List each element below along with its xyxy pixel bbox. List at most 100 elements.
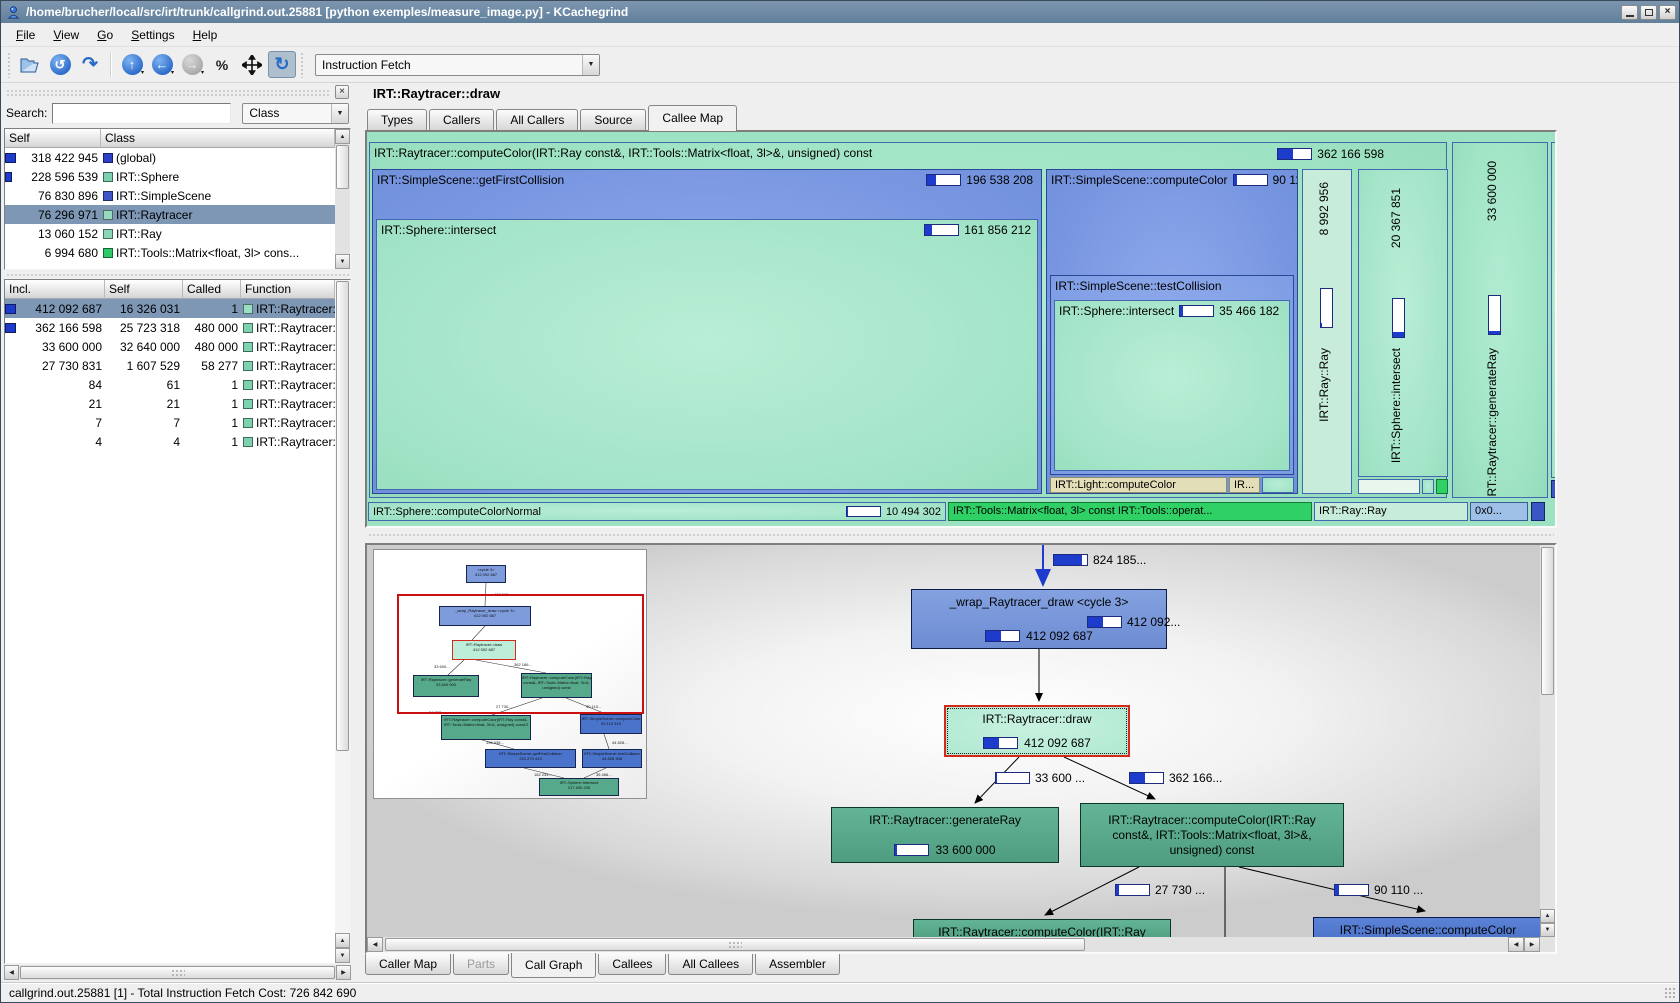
menu-go[interactable]: Go — [88, 25, 122, 45]
tab-all-callees[interactable]: All Callees — [668, 954, 753, 975]
table-row-selected[interactable]: 76 296 971 IRT::Raytracer — [5, 205, 335, 224]
table-row-selected[interactable]: 412 092 687 16 326 031 1 IRT::Raytracer:… — [5, 299, 335, 318]
treemap-block-light-computecolor[interactable]: IRT::Light::computeColor — [1050, 477, 1227, 493]
function-color-chip — [243, 304, 253, 314]
close-button[interactable]: × — [1659, 5, 1676, 20]
tab-callees[interactable]: Callees — [598, 954, 666, 975]
table-row[interactable]: 7 7 1 IRT::Raytracer::s — [5, 413, 335, 432]
relative-cost-button[interactable]: % — [208, 51, 236, 78]
grouping-combobox[interactable]: Class ▼ — [242, 103, 349, 124]
history-forward-button[interactable]: → ▾ — [178, 51, 206, 78]
tab-callers[interactable]: Callers — [429, 109, 494, 130]
column-header-class[interactable]: Class — [101, 129, 335, 148]
scroll-down-icon[interactable]: ▼ — [335, 948, 350, 963]
scroll-up-icon[interactable]: ▲ — [335, 933, 350, 948]
detect-cycles-button[interactable]: ↻ — [268, 51, 296, 78]
graph-vscrollbar[interactable]: ▲ ▼ — [1540, 545, 1555, 937]
tab-assembler[interactable]: Assembler — [755, 954, 840, 975]
up-button[interactable]: ↑ ▾ — [118, 51, 146, 78]
treemap-block-sphere-intersect[interactable]: IRT::Sphere::intersect 161 856 212 — [376, 219, 1038, 490]
call-graph-overview[interactable]: <cycle 3>412 092 687 _wrap_Raytracer_dra… — [373, 549, 647, 799]
scroll-up-icon[interactable]: ▲ — [1540, 909, 1555, 923]
menu-help[interactable]: Help — [184, 25, 227, 45]
graph-node-raytracer-draw-selected[interactable]: IRT::Raytracer::draw 412 092 687 — [944, 705, 1130, 757]
tab-all-callers[interactable]: All Callers — [496, 109, 578, 130]
treemap-mini-block[interactable] — [1358, 479, 1420, 494]
table-row[interactable]: 27 730 831 1 607 529 58 277 IRT::Raytrac… — [5, 356, 335, 375]
titlebar[interactable]: /home/brucher/local/src/irt/trunk/callgr… — [1, 1, 1679, 23]
graph-node-generateray[interactable]: IRT::Raytracer::generateRay 33 600 000 — [831, 807, 1059, 863]
tab-types[interactable]: Types — [367, 109, 427, 130]
toolbar-handle[interactable] — [7, 52, 12, 78]
treemap-column-generateray[interactable]: 33 600 000 IRT::Raytracer::generateRay — [1452, 142, 1548, 498]
scroll-right-icon[interactable]: ▶ — [336, 965, 351, 980]
call-graph-panel[interactable]: 824 185... _wrap_Raytracer_draw <cycle 3… — [365, 543, 1557, 954]
treemap-mini-block[interactable] — [1422, 479, 1434, 494]
scroll-down-icon[interactable]: ▼ — [1540, 923, 1555, 937]
scroll-left-icon[interactable]: ◀ — [1508, 937, 1524, 952]
treemap-block-ray-ray-bottom[interactable]: IRT::Ray::Ray — [1314, 502, 1468, 521]
column-header-self[interactable]: Self — [5, 129, 101, 148]
minimize-button[interactable] — [1621, 5, 1638, 20]
treemap-sliver[interactable] — [1551, 142, 1555, 478]
menu-file[interactable]: File — [7, 25, 44, 45]
dock-drag-handle[interactable] — [6, 89, 331, 96]
table-row[interactable]: 6 994 680 IRT::Tools::Matrix<float, 3l> … — [5, 243, 335, 262]
table-row[interactable]: 228 596 539 IRT::Sphere — [5, 167, 335, 186]
pane-splitter[interactable] — [360, 528, 1679, 543]
column-header-called[interactable]: Called — [183, 280, 241, 299]
scroll-down-icon[interactable]: ▼ — [335, 254, 350, 269]
column-header-self[interactable]: Self — [105, 280, 183, 299]
function-table-hscrollbar[interactable]: ◀ ▶ — [4, 965, 351, 980]
resize-grip[interactable] — [1664, 987, 1677, 1000]
treemap-column-sphere-intersect[interactable]: 20 367 851 IRT::Sphere::intersect — [1358, 169, 1448, 477]
treemap-block-hex[interactable]: 0x0... — [1470, 502, 1528, 521]
dock-splitter[interactable] — [4, 270, 351, 279]
tab-caller-map[interactable]: Caller Map — [365, 954, 451, 975]
table-row[interactable]: 4 4 1 IRT::Raytracer::~ — [5, 432, 335, 451]
tab-call-graph[interactable]: Call Graph — [511, 953, 596, 978]
table-row[interactable]: 13 060 152 IRT::Ray — [5, 224, 335, 243]
scroll-left-icon[interactable]: ◀ — [4, 965, 19, 980]
treemap-block-tiny[interactable] — [1531, 502, 1545, 521]
table-row[interactable]: 21 21 1 IRT::Raytracer::u — [5, 394, 335, 413]
toolbar-handle[interactable] — [300, 52, 305, 78]
scroll-right-icon[interactable]: ▶ — [1524, 937, 1540, 952]
table-row[interactable]: 84 61 1 IRT::Raytracer::R — [5, 375, 335, 394]
relative-to-parent-button[interactable] — [238, 51, 266, 78]
dock-resize-splitter[interactable] — [353, 83, 360, 982]
treemap-sliver-bottom[interactable] — [1551, 480, 1555, 498]
treemap-column-ray-ray[interactable]: 8 992 956 IRT::Ray::Ray — [1302, 169, 1352, 494]
treemap-block-light-more[interactable]: IR... — [1229, 477, 1260, 493]
column-header-function[interactable]: Function — [241, 280, 335, 299]
menu-view[interactable]: View — [44, 25, 88, 45]
class-table-scrollbar[interactable]: ▲ ▼ — [335, 129, 350, 269]
forward-button[interactable]: ↷ — [76, 51, 104, 78]
graph-node-computecolor[interactable]: IRT::Raytracer::computeColor(IRT::Ray co… — [1080, 803, 1344, 867]
treemap-block-small[interactable] — [1262, 477, 1294, 493]
tab-callee-map[interactable]: Callee Map — [648, 105, 737, 131]
table-row[interactable]: 362 166 598 25 723 318 480 000 IRT::Rayt… — [5, 318, 335, 337]
menu-settings[interactable]: Settings — [122, 25, 183, 45]
maximize-button[interactable] — [1640, 5, 1657, 20]
treemap-block-sphere-intersect-small[interactable]: IRT::Sphere::intersect 35 466 182 — [1054, 300, 1290, 471]
table-row[interactable]: 318 422 945 (global) — [5, 148, 335, 167]
open-file-button[interactable] — [16, 51, 44, 78]
dock-close-button[interactable]: × — [335, 85, 349, 99]
scroll-up-icon[interactable]: ▲ — [335, 129, 350, 144]
scroll-left-icon[interactable]: ◀ — [367, 937, 383, 952]
table-row[interactable]: 33 600 000 32 640 000 480 000 IRT::Raytr… — [5, 337, 335, 356]
overview-viewport-rect[interactable] — [397, 594, 644, 714]
treemap-block-matrix-op[interactable]: IRT::Tools::Matrix<float, 3l> const IRT:… — [948, 502, 1312, 521]
function-table-scrollbar[interactable]: ▲ ▼ — [335, 280, 350, 963]
column-header-incl[interactable]: Incl. — [5, 280, 105, 299]
treemap-mini-block[interactable] — [1436, 479, 1448, 494]
history-back-button[interactable]: ← ▾ — [148, 51, 176, 78]
graph-hscrollbar[interactable]: ◀ ◀ ▶ — [367, 937, 1540, 952]
table-row[interactable]: 76 830 896 IRT::SimpleScene — [5, 186, 335, 205]
search-input[interactable] — [52, 103, 231, 124]
treemap-block-computecolornormal[interactable]: IRT::Sphere::computeColorNormal 10 494 3… — [369, 503, 945, 520]
back-button[interactable]: ↺ — [46, 51, 74, 78]
event-type-combobox[interactable]: Instruction Fetch ▼ — [315, 54, 600, 76]
tab-source[interactable]: Source — [580, 109, 646, 130]
